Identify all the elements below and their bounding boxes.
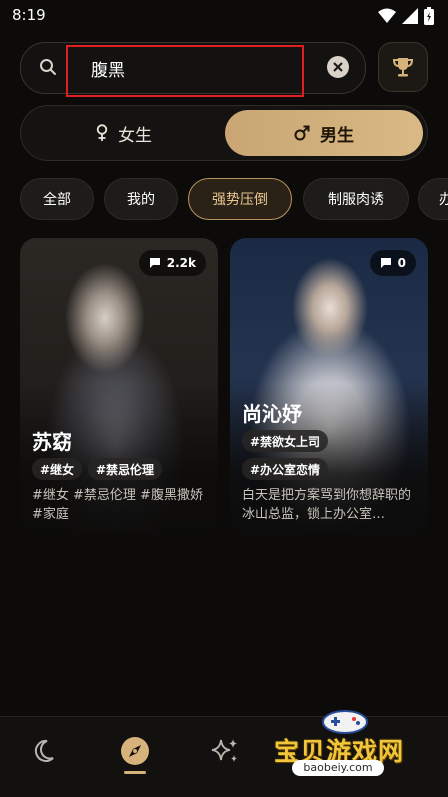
search-bar[interactable]: 腹黑	[20, 42, 366, 97]
clear-search-button[interactable]	[327, 56, 349, 78]
gender-toggle: 女生 男生	[20, 105, 428, 161]
status-icons	[378, 7, 434, 25]
trophy-icon	[392, 58, 414, 77]
nav-moon[interactable]	[24, 731, 64, 771]
comment-count-badge: 2.2k	[138, 250, 206, 276]
sparkle-icon	[211, 739, 237, 762]
character-tag: #禁欲女上司	[242, 430, 329, 452]
chip-uniform[interactable]: 制服肉诱	[303, 178, 409, 220]
chip-office[interactable]: 办	[418, 178, 448, 220]
chip-dominant[interactable]: 强势压倒	[188, 178, 292, 220]
category-chips: 全部 我的 强势压倒 制服肉诱 办	[20, 178, 448, 222]
signal-icon	[402, 8, 418, 24]
character-name: 苏窈	[32, 430, 72, 454]
character-description: #继女 #禁忌伦理 #腹黑撒娇 #家庭	[32, 488, 203, 522]
nav-active-indicator	[124, 771, 146, 774]
search-icon	[40, 59, 56, 75]
character-name: 尚沁妤	[242, 402, 302, 426]
character-tag: #继女	[32, 458, 83, 480]
gamepad-logo-icon	[322, 710, 368, 734]
gender-female-option[interactable]: 女生	[25, 110, 223, 156]
close-icon	[333, 62, 343, 72]
nav-sparkle[interactable]	[205, 731, 245, 771]
status-bar: 8:19	[0, 0, 448, 32]
watermark-url: baobeiy.com	[292, 760, 384, 776]
gender-female-label: 女生	[118, 125, 152, 146]
compass-icon	[121, 737, 149, 765]
comment-count: 2.2k	[166, 256, 196, 270]
chat-icon	[380, 258, 391, 268]
moon-icon	[34, 739, 54, 762]
chip-all[interactable]: 全部	[20, 178, 94, 220]
character-tag: #禁忌伦理	[88, 458, 163, 480]
battery-icon	[424, 7, 434, 25]
comment-count-badge: 0	[369, 250, 416, 276]
character-card[interactable]: 0 尚沁妤 #禁欲女上司 #办公室恋情 白天是把方案骂到你想辞职的冰山总监，锁上…	[230, 238, 428, 534]
female-icon	[96, 124, 108, 141]
character-description: 白天是把方案骂到你想辞职的冰山总监，锁上办公室…	[242, 488, 412, 522]
character-card[interactable]: 2.2k 苏窈 #继女 #禁忌伦理 #继女 #禁忌伦理 #腹黑撒娇 #家庭	[20, 238, 218, 534]
chip-mine[interactable]: 我的	[104, 178, 178, 220]
wifi-icon	[378, 8, 396, 23]
comment-count: 0	[397, 256, 406, 270]
ranking-button[interactable]	[378, 42, 428, 92]
status-time: 8:19	[12, 6, 46, 24]
nav-explore[interactable]	[115, 731, 155, 771]
site-watermark: 宝贝游戏网 baobeiy.com	[272, 708, 422, 792]
gender-male-label: 男生	[320, 125, 354, 146]
chat-icon	[149, 258, 160, 268]
character-tag: #办公室恋情	[242, 458, 329, 480]
highlight-box	[66, 45, 304, 97]
gender-male-option[interactable]: 男生	[225, 110, 423, 156]
male-icon	[294, 125, 310, 141]
